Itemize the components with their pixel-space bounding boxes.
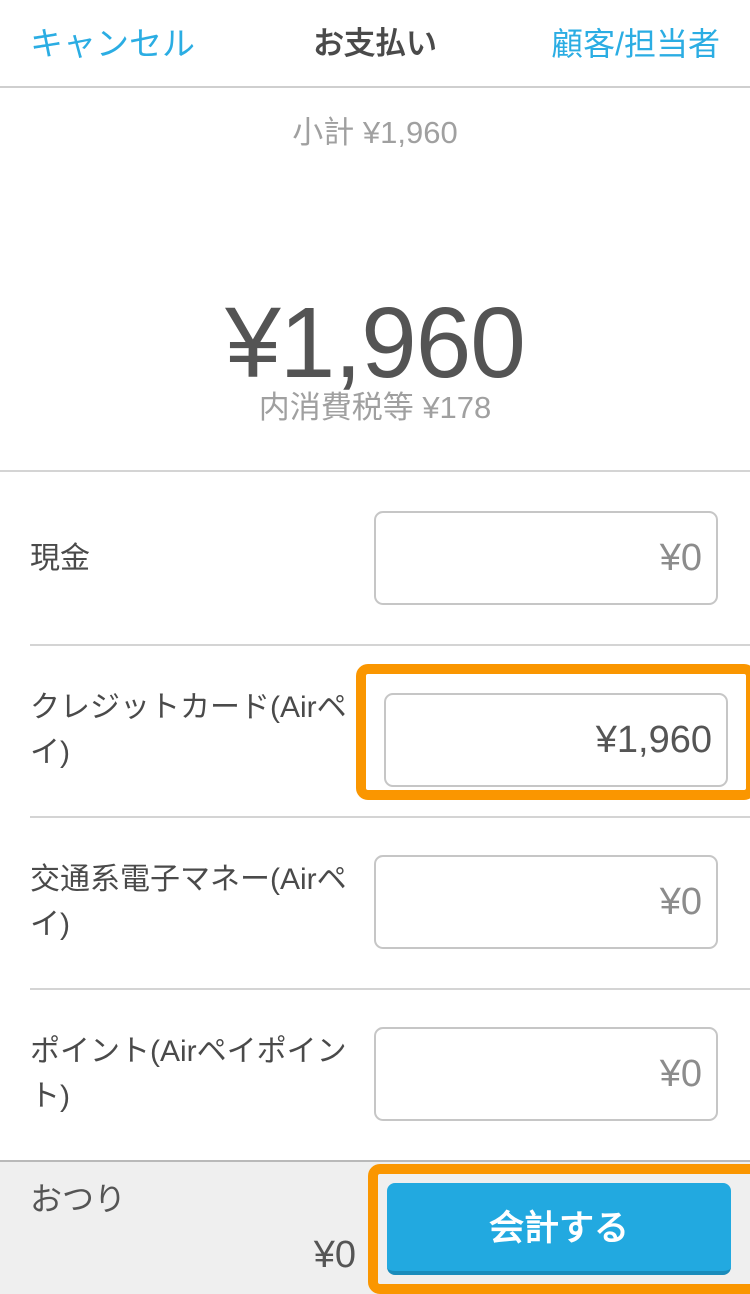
payment-row-cash[interactable]: 現金 ¥0 <box>0 472 750 644</box>
credit-card-field-highlight: ¥1,960 <box>356 664 750 800</box>
payment-method-label: ポイント(Airペイポイント) <box>30 1035 347 1113</box>
checkout-button[interactable]: 会計する <box>387 1183 731 1275</box>
cash-amount-input[interactable]: ¥0 <box>374 511 718 605</box>
payment-row-points[interactable]: ポイント(Airペイポイント) ¥0 <box>0 988 750 1160</box>
payment-method-label: クレジットカード(Airペイ) <box>30 691 347 769</box>
customer-staff-button[interactable]: 顧客/担当者 <box>551 22 720 66</box>
payment-method-label: 現金 <box>30 541 90 575</box>
change-amount: ¥0 <box>313 1234 356 1276</box>
order-summary: 小計 ¥1,960 ¥1,960 内消費税等 ¥178 <box>0 88 750 472</box>
cash-amount-field-wrap[interactable]: ¥0 <box>374 511 718 605</box>
credit-card-amount-input[interactable]: ¥1,960 <box>384 693 728 787</box>
included-tax-line: 内消費税等 ¥178 <box>258 390 492 425</box>
transit-emoney-field-wrap[interactable]: ¥0 <box>374 855 718 949</box>
payment-method-label: 交通系電子マネー(Airペイ) <box>30 863 347 941</box>
payment-row-transit-emoney[interactable]: 交通系電子マネー(Airペイ) ¥0 <box>0 816 750 988</box>
subtotal-line: 小計 ¥1,960 <box>292 115 458 150</box>
navigation-bar: キャンセル お支払い 顧客/担当者 <box>0 0 750 88</box>
bottom-action-bar: おつり ¥0 会計する <box>0 1160 750 1294</box>
checkout-button-highlight: 会計する <box>368 1164 750 1294</box>
transit-emoney-amount-input[interactable]: ¥0 <box>374 855 718 949</box>
payment-row-credit-card[interactable]: クレジットカード(Airペイ) ¥1,960 <box>0 644 750 816</box>
points-field-wrap[interactable]: ¥0 <box>374 1027 718 1121</box>
change-label: おつり <box>30 1181 127 1217</box>
payment-method-list: 現金 ¥0 クレジットカード(Airペイ) ¥1,960 交通系電子マネー(Ai… <box>0 472 750 1160</box>
points-amount-input[interactable]: ¥0 <box>374 1027 718 1121</box>
grand-total-amount: ¥1,960 <box>225 287 526 399</box>
